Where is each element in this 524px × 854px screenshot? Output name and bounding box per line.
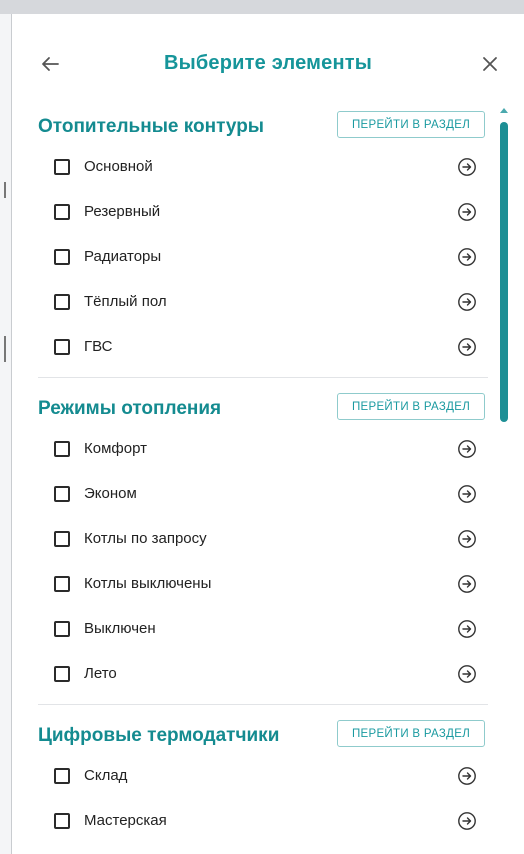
item-checkbox[interactable]	[54, 486, 70, 502]
item-label: Лето	[84, 665, 117, 682]
item-label: Комфорт	[84, 440, 147, 457]
list-item[interactable]: Резервный	[12, 197, 524, 242]
arrow-right-circle-icon	[458, 203, 476, 221]
list-item[interactable]: Мастерская	[12, 806, 524, 851]
open-item-button[interactable]	[457, 157, 477, 177]
close-icon	[483, 57, 497, 71]
item-checkbox[interactable]	[54, 159, 70, 175]
list-item[interactable]: Склад	[12, 761, 524, 806]
item-label: Радиаторы	[84, 248, 162, 265]
item-label: Эконом	[84, 485, 137, 502]
goto-section-button[interactable]: ПЕРЕЙТИ В РАЗДЕЛ	[337, 393, 485, 420]
goto-section-button[interactable]: ПЕРЕЙТИ В РАЗДЕЛ	[337, 720, 485, 747]
list-item[interactable]: Эконом	[12, 479, 524, 524]
list-item[interactable]: Радиаторы	[12, 242, 524, 287]
arrow-right-circle-icon	[458, 665, 476, 683]
item-label: Резервный	[84, 203, 161, 220]
item-label: Выключен	[84, 620, 156, 637]
arrow-right-circle-icon	[458, 767, 476, 785]
section: Отопительные контуры ПЕРЕЙТИ В РАЗДЕЛ Осно…	[12, 106, 524, 388]
item-label: Основной	[84, 158, 153, 175]
background-mark	[4, 336, 6, 362]
background-page-edge	[0, 14, 12, 854]
item-label: Склад	[84, 767, 128, 784]
arrow-right-circle-icon	[458, 440, 476, 458]
open-item-button[interactable]	[457, 664, 477, 684]
section-title: Цифровые термодатчики	[38, 725, 280, 746]
item-label: Котлы выключены	[84, 575, 212, 592]
arrow-right-circle-icon	[458, 338, 476, 356]
item-checkbox[interactable]	[54, 768, 70, 784]
elements-list[interactable]: Отопительные контуры ПЕРЕЙТИ В РАЗДЕЛ Осно…	[12, 106, 524, 854]
item-label: Тёплый пол	[84, 293, 167, 310]
section-header: Цифровые термодатчики ПЕРЕЙТИ В РАЗДЕЛ	[12, 715, 524, 761]
scroll-up-icon[interactable]	[500, 108, 508, 113]
select-elements-dialog: Выберите элементы Отопительные контуры ПЕ…	[12, 14, 524, 854]
arrow-right-circle-icon	[458, 575, 476, 593]
item-checkbox[interactable]	[54, 813, 70, 829]
arrow-right-circle-icon	[458, 620, 476, 638]
open-item-button[interactable]	[457, 574, 477, 594]
open-item-button[interactable]	[457, 337, 477, 357]
section: Цифровые термодатчики ПЕРЕЙТИ В РАЗДЕЛ Скл…	[12, 715, 524, 854]
background-mark	[4, 182, 6, 198]
section-header: Режимы отопления ПЕРЕЙТИ В РАЗДЕЛ	[12, 388, 524, 434]
open-item-button[interactable]	[457, 766, 477, 786]
item-checkbox[interactable]	[54, 576, 70, 592]
scrollbar-thumb[interactable]	[500, 122, 508, 422]
item-label: Мастерская	[84, 812, 167, 829]
open-item-button[interactable]	[457, 439, 477, 459]
open-item-button[interactable]	[457, 292, 477, 312]
arrow-right-circle-icon	[458, 293, 476, 311]
section-header: Отопительные контуры ПЕРЕЙТИ В РАЗДЕЛ	[12, 106, 524, 152]
list-item[interactable]: Выключен	[12, 614, 524, 659]
open-item-button[interactable]	[457, 529, 477, 549]
item-checkbox[interactable]	[54, 204, 70, 220]
list-item[interactable]: Основной	[12, 152, 524, 197]
open-item-button[interactable]	[457, 811, 477, 831]
arrow-right-circle-icon	[458, 248, 476, 266]
arrow-right-circle-icon	[458, 530, 476, 548]
item-checkbox[interactable]	[54, 339, 70, 355]
list-item[interactable]: Тёплый пол	[12, 287, 524, 332]
item-checkbox[interactable]	[54, 621, 70, 637]
section-title: Режимы отопления	[38, 398, 222, 419]
open-item-button[interactable]	[457, 619, 477, 639]
open-item-button[interactable]	[457, 484, 477, 504]
list-item[interactable]: ГВС	[12, 332, 524, 377]
item-label: Котлы по запросу	[84, 530, 207, 547]
list-item[interactable]: Котлы по запросу	[12, 524, 524, 569]
dialog-header: Выберите элементы	[12, 14, 524, 106]
arrow-right-circle-icon	[458, 158, 476, 176]
window-top-strip	[0, 0, 524, 14]
goto-section-button[interactable]: ПЕРЕЙТИ В РАЗДЕЛ	[337, 111, 485, 138]
item-checkbox[interactable]	[54, 294, 70, 310]
item-checkbox[interactable]	[54, 666, 70, 682]
open-item-button[interactable]	[457, 202, 477, 222]
item-label: ГВС	[84, 338, 113, 355]
open-item-button[interactable]	[457, 247, 477, 267]
arrow-right-circle-icon	[458, 812, 476, 830]
item-checkbox[interactable]	[54, 441, 70, 457]
list-item[interactable]: Котлы выключены	[12, 569, 524, 614]
item-checkbox[interactable]	[54, 531, 70, 547]
arrow-right-circle-icon	[458, 485, 476, 503]
item-checkbox[interactable]	[54, 249, 70, 265]
dialog-title: Выберите элементы	[163, 52, 373, 74]
section: Режимы отопления ПЕРЕЙТИ В РАЗДЕЛ Комфорт Э…	[12, 388, 524, 715]
list-item[interactable]: Лето	[12, 659, 524, 704]
list-item[interactable]: Комфорт	[12, 434, 524, 479]
section-title: Отопительные контуры	[38, 116, 265, 137]
close-button[interactable]	[476, 50, 504, 78]
